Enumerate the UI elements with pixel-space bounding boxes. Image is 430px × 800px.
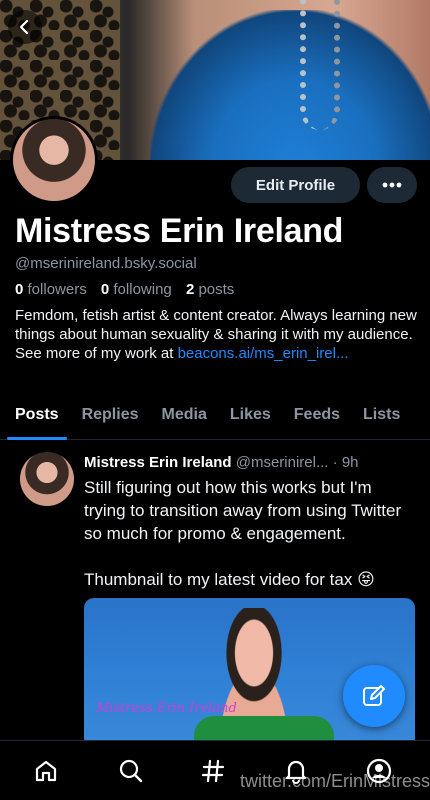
post-text[interactable]: Still figuring out how this works but I'… — [84, 476, 414, 614]
post-paragraph: Thumbnail to my latest video for tax 😝 — [84, 570, 375, 589]
home-icon — [35, 760, 57, 782]
nav-feeds[interactable] — [199, 757, 227, 785]
tab-media[interactable]: Media — [154, 400, 215, 440]
display-name: Mistress Erin Ireland — [15, 212, 344, 250]
banner-dress — [150, 10, 430, 160]
bio-link[interactable]: beacons.ai/ms_erin_irel... — [178, 345, 349, 362]
chevron-left-icon — [19, 19, 29, 35]
following-count: 0 — [100, 281, 110, 298]
post-author-handle[interactable]: @mserinirel... — [236, 454, 329, 471]
back-button[interactable] — [8, 10, 42, 44]
profile-bio: Femdom, fetish artist & content creator.… — [15, 306, 425, 363]
bio-text: Femdom, fetish artist & content creator.… — [15, 307, 417, 343]
tab-replies[interactable]: Replies — [74, 400, 147, 440]
more-horizontal-icon — [382, 182, 402, 188]
tab-feeds[interactable]: Feeds — [286, 400, 348, 440]
profile-tabs: Posts Replies Media Likes Feeds Lists — [0, 400, 430, 440]
post-header: Mistress Erin Ireland @mserinirel... · 9… — [84, 454, 414, 471]
edit-profile-button[interactable]: Edit Profile — [231, 167, 360, 203]
compose-button[interactable] — [343, 665, 405, 727]
tab-likes[interactable]: Likes — [222, 400, 279, 440]
overlay-watermark: twitter.com/ErinMistress — [240, 771, 430, 791]
tab-posts[interactable]: Posts — [7, 400, 67, 440]
more-options-button[interactable] — [367, 167, 417, 203]
post-author-avatar[interactable] — [20, 452, 74, 506]
compose-icon — [363, 685, 385, 706]
followers-label: followers — [27, 281, 87, 298]
posts-label: posts — [198, 281, 235, 298]
profile-avatar[interactable] — [10, 116, 98, 204]
following-label: following — [113, 281, 172, 298]
followers-link[interactable]: 0 followers — [15, 281, 87, 298]
tab-lists[interactable]: Lists — [355, 400, 408, 440]
banner-chain — [300, 0, 340, 130]
nav-home[interactable] — [32, 757, 60, 785]
posts-count: 2 — [185, 281, 195, 298]
profile-handle: @mserinireland.bsky.social — [15, 255, 197, 272]
nav-search[interactable] — [117, 757, 145, 785]
followers-count: 0 — [15, 281, 24, 298]
post-time: · 9h — [332, 454, 359, 471]
post-paragraph: Still figuring out how this works but I'… — [84, 478, 402, 543]
bio-prefix: See more of my work at — [15, 345, 178, 362]
post-author-name[interactable]: Mistress Erin Ireland — [84, 454, 232, 471]
profile-stats: 0 followers 0 following 2 posts — [15, 281, 234, 298]
search-icon — [119, 759, 143, 783]
hashtag-icon — [201, 759, 225, 783]
following-link[interactable]: 0 following — [101, 281, 172, 298]
thumbnail-watermark: Mistress Erin Ireland — [96, 701, 237, 716]
